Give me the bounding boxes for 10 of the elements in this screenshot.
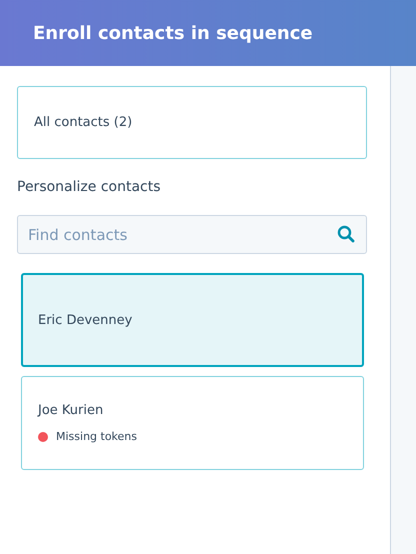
dialog-title: Enroll contacts in sequence	[33, 22, 313, 44]
section-label: Personalize contacts	[17, 179, 160, 195]
contact-card[interactable]: Eric Devenney	[21, 273, 364, 367]
all-contacts-option[interactable]: All contacts (2)	[17, 86, 367, 159]
contact-card[interactable]: Joe Kurien Missing tokens	[21, 376, 364, 470]
status-text: Missing tokens	[56, 430, 138, 443]
contact-name: Joe Kurien	[38, 403, 104, 418]
search-icon[interactable]	[337, 225, 355, 243]
contact-name: Eric Devenney	[38, 312, 132, 328]
search-field[interactable]: Find contacts	[17, 215, 367, 254]
